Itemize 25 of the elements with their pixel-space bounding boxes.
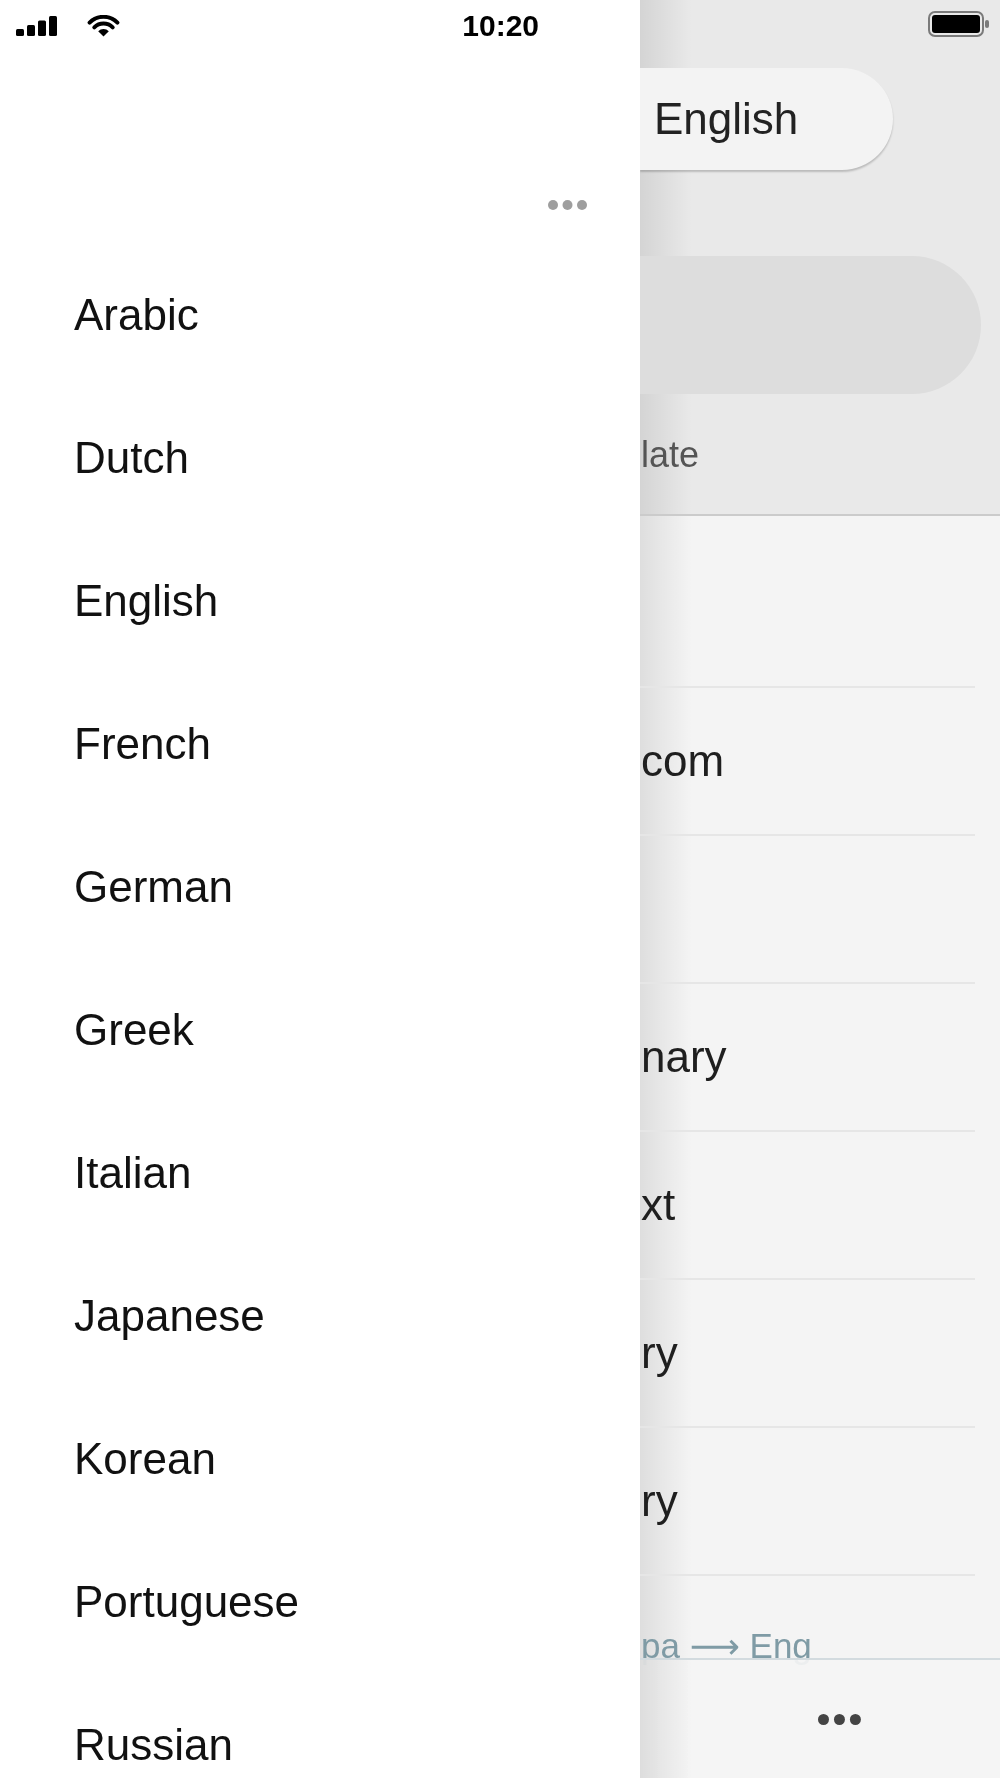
language-option[interactable]: English [74,575,219,627]
signal-icon [16,16,57,36]
language-option[interactable]: Portuguese [74,1576,300,1628]
status-time: 10:20 [462,9,539,43]
list-item[interactable]: xt [640,1179,676,1231]
more-icon[interactable] [818,1713,861,1725]
hint-label: late [640,434,700,476]
list-item[interactable]: ry [640,1327,678,1379]
wifi-icon [86,15,121,37]
language-option[interactable]: Korean [74,1433,216,1485]
list-item[interactable]: com [640,735,725,787]
language-option[interactable]: French [74,718,211,770]
list-item[interactable]: ry [640,1475,678,1527]
language-option[interactable]: Arabic [74,289,199,341]
language-option[interactable]: Japanese [74,1290,265,1342]
language-option[interactable]: Greek [74,1004,194,1056]
language-option[interactable]: German [74,861,233,913]
text-input-field[interactable] [640,256,981,394]
language-option[interactable]: Russian [74,1719,233,1771]
language-option[interactable]: Dutch [74,432,189,484]
language-option[interactable]: Italian [74,1147,192,1199]
direction-label: pa ⟶ Eng [640,1626,812,1666]
battery-icon [928,11,990,37]
list-item[interactable]: nary [640,1031,727,1083]
language-selector[interactable]: English [640,68,893,170]
